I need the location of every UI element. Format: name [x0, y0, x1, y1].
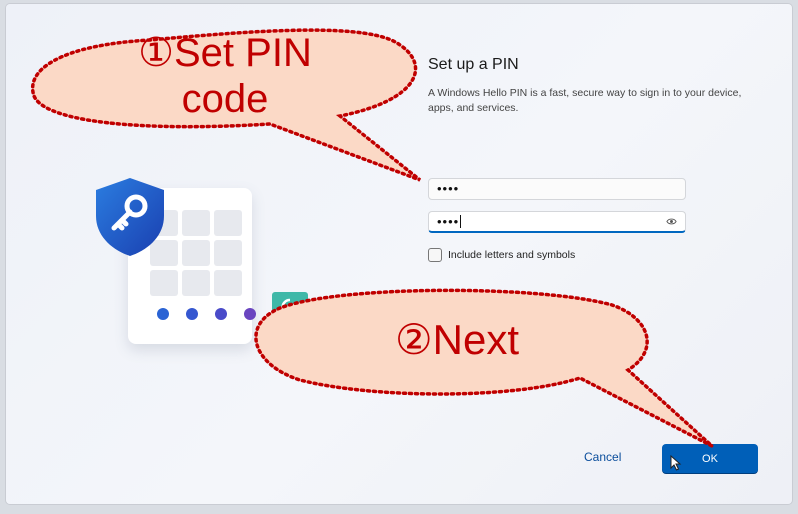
reveal-eye-icon[interactable] [666, 216, 677, 227]
include-letters-label: Include letters and symbols [448, 249, 576, 261]
page-description: A Windows Hello PIN is a fast, secure wa… [428, 87, 742, 114]
pin-setup-window: Set up a PIN A Windows Hello PIN is a fa… [6, 4, 792, 504]
pin-input[interactable]: •••• [428, 178, 686, 200]
keypad-key [150, 270, 178, 296]
shield-key-icon [96, 178, 164, 256]
confirm-pin-input-value: •••• [437, 214, 460, 229]
page-title: Set up a PIN [428, 56, 519, 73]
pin-dot [244, 308, 256, 320]
mouse-cursor-icon [670, 455, 682, 471]
keypad-key [214, 240, 242, 266]
pin-input-value: •••• [437, 181, 460, 196]
keypad-key [182, 210, 210, 236]
keypad-key [214, 270, 242, 296]
include-letters-option[interactable]: Include letters and symbols [428, 248, 575, 262]
confirm-pin-input[interactable]: •••• [428, 211, 686, 233]
refresh-icon [272, 292, 308, 322]
cancel-button[interactable]: Cancel [584, 450, 621, 464]
keypad-key [182, 240, 210, 266]
pin-dot [157, 308, 169, 320]
include-letters-checkbox[interactable] [428, 248, 442, 262]
pin-dot [186, 308, 198, 320]
pin-dot [215, 308, 227, 320]
ok-button-label: OK [702, 452, 718, 465]
keypad-key [214, 210, 242, 236]
text-caret [460, 215, 462, 228]
keypad-key [182, 270, 210, 296]
